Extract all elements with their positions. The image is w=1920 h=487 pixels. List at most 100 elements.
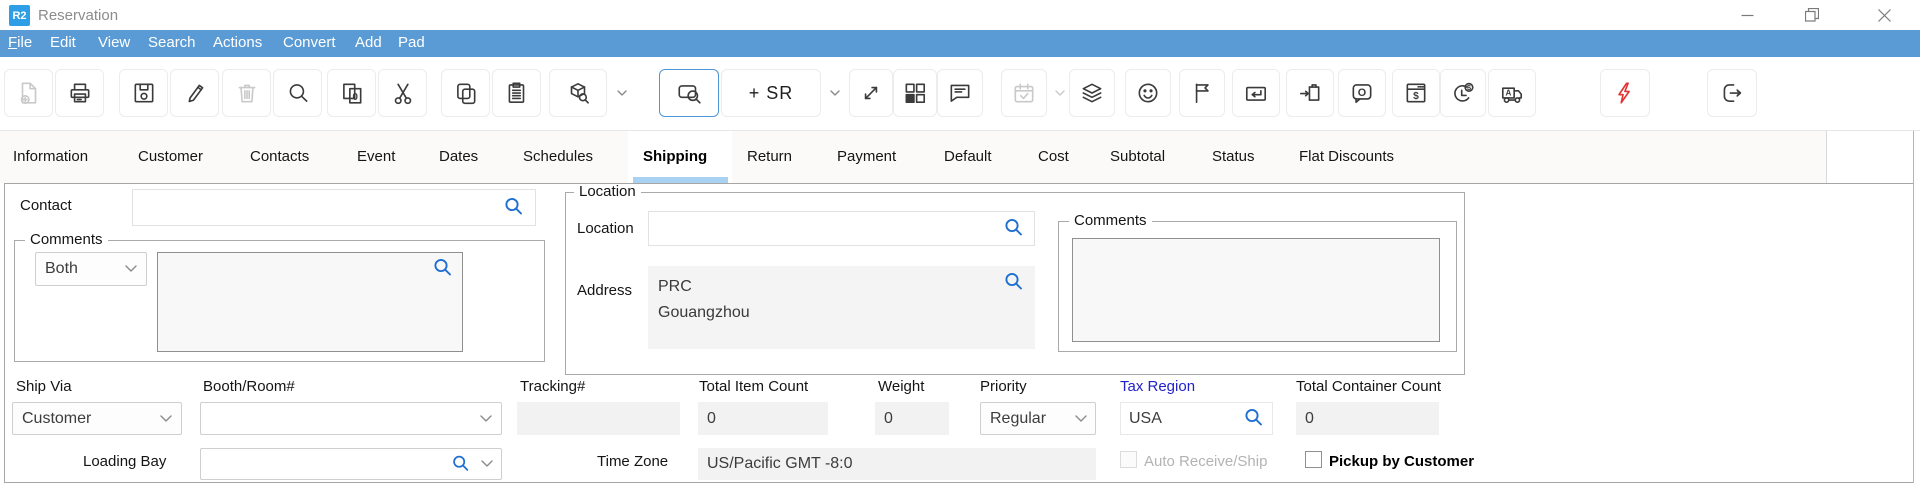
item-search-button[interactable] <box>549 69 607 117</box>
close-button[interactable] <box>1861 0 1907 30</box>
location-comments-textarea[interactable] <box>1072 238 1440 342</box>
comment-button[interactable] <box>937 69 983 117</box>
duplicate-button[interactable]: 0 <box>327 69 376 117</box>
add-sr-button[interactable]: + SR <box>721 69 821 117</box>
item-search-dropdown[interactable] <box>609 69 635 117</box>
paste-button[interactable] <box>492 69 541 117</box>
copy-button[interactable] <box>441 69 490 117</box>
tab-contacts[interactable]: Contacts <box>250 131 309 183</box>
reservation-window: R2 Reservation File Edit View Search Act… <box>0 0 1920 487</box>
tab-return[interactable]: Return <box>747 131 792 183</box>
selection-search-icon <box>675 80 703 106</box>
loading-bay-combo[interactable] <box>200 448 502 480</box>
exit-button[interactable] <box>1707 69 1757 117</box>
calendar-button[interactable] <box>1001 69 1047 117</box>
comments-search-icon[interactable] <box>432 257 454 279</box>
toolbar: 0 + SR <box>0 57 1920 131</box>
invoice-window-icon: $ <box>1403 80 1429 106</box>
menu-actions[interactable]: Actions <box>213 30 262 57</box>
weight-value: 0 <box>875 402 949 435</box>
comments-textarea[interactable] <box>157 252 463 352</box>
tab-status[interactable]: Status <box>1212 131 1255 183</box>
minimize-button[interactable] <box>1724 0 1770 30</box>
pencil-icon <box>182 80 208 106</box>
contact-search-icon[interactable] <box>503 196 525 218</box>
close-icon <box>1878 9 1891 22</box>
total-container-count-label: Total Container Count <box>1296 378 1441 395</box>
booth-room-label: Booth/Room# <box>203 378 295 395</box>
menu-bar: File Edit View Search Actions Convert Ad… <box>0 30 1920 57</box>
location-search-icon[interactable] <box>1003 217 1025 239</box>
calendar-dropdown[interactable] <box>1049 69 1071 117</box>
menu-view[interactable]: View <box>98 30 130 57</box>
contact-input[interactable] <box>132 189 536 226</box>
tab-flat-discounts[interactable]: Flat Discounts <box>1299 131 1394 183</box>
location-input[interactable] <box>648 211 1035 246</box>
new-document-icon <box>16 80 42 106</box>
booth-room-dropdown[interactable] <box>200 402 502 435</box>
search-icon <box>285 80 311 106</box>
menu-pad[interactable]: Pad <box>398 30 425 57</box>
menu-search[interactable]: Search <box>148 30 196 57</box>
pickup-by-customer-checkbox[interactable] <box>1305 451 1322 468</box>
add-sr-label: + SR <box>749 83 794 104</box>
tab-payment[interactable]: Payment <box>837 131 896 183</box>
flag-button[interactable] <box>1179 69 1225 117</box>
expand-arrows-icon <box>858 80 884 106</box>
layout-grid-button[interactable] <box>893 69 937 117</box>
menu-edit[interactable]: Edit <box>50 30 76 57</box>
menu-file[interactable]: File <box>8 30 32 57</box>
tracking-value <box>517 402 680 435</box>
tab-schedules[interactable]: Schedules <box>523 131 593 183</box>
loading-bay-search-icon[interactable] <box>451 454 471 474</box>
restore-button[interactable] <box>1789 0 1835 30</box>
address-search-icon[interactable] <box>1003 271 1025 293</box>
menu-add[interactable]: Add <box>355 30 382 57</box>
cut-button[interactable] <box>378 69 427 117</box>
tax-region-link[interactable]: Tax Region <box>1120 378 1195 395</box>
tab-information[interactable]: Information <box>13 131 88 183</box>
tab-shipping[interactable]: Shipping <box>643 131 707 183</box>
add-sr-dropdown[interactable] <box>823 69 847 117</box>
new-button[interactable] <box>4 69 53 117</box>
save-button[interactable] <box>119 69 168 117</box>
selection-search-button[interactable] <box>659 69 719 117</box>
window-title: Reservation <box>38 7 118 24</box>
tab-event[interactable]: Event <box>357 131 395 183</box>
edit-button[interactable] <box>170 69 219 117</box>
priority-label: Priority <box>980 378 1027 395</box>
layers-icon <box>1078 80 1106 106</box>
chevron-down-icon <box>830 90 840 96</box>
tab-customer[interactable]: Customer <box>138 131 203 183</box>
tab-default[interactable]: Default <box>944 131 992 183</box>
svg-text:O: O <box>1358 87 1366 99</box>
tax-region-search-icon[interactable] <box>1243 407 1265 429</box>
comment-bubble-icon <box>947 80 973 106</box>
search-button[interactable] <box>273 69 322 117</box>
trash-icon <box>234 80 260 106</box>
auto-receive-ship-checkbox[interactable] <box>1120 451 1137 468</box>
invoice-button[interactable]: $ <box>1392 69 1440 117</box>
check-in-button[interactable] <box>1232 69 1280 117</box>
expand-button[interactable] <box>849 69 893 117</box>
time-money-button[interactable]: $ <box>1440 69 1486 117</box>
print-button[interactable] <box>55 69 104 117</box>
tab-dates[interactable]: Dates <box>439 131 478 183</box>
comments-filter-dropdown[interactable]: Both <box>35 252 147 286</box>
delete-button[interactable] <box>222 69 271 117</box>
ship-via-dropdown[interactable]: Customer <box>12 402 182 435</box>
location-comments-legend: Comments <box>1069 213 1152 229</box>
smiley-button[interactable] <box>1125 69 1171 117</box>
priority-dropdown[interactable]: Regular <box>980 402 1096 435</box>
layers-button[interactable] <box>1069 69 1115 117</box>
note-button[interactable]: O <box>1338 69 1386 117</box>
total-item-count-value: 0 <box>698 402 828 435</box>
tab-cost[interactable]: Cost <box>1038 131 1069 183</box>
tab-subtotal[interactable]: Subtotal <box>1110 131 1165 183</box>
menu-convert[interactable]: Convert <box>283 30 336 57</box>
ship-box-icon <box>1296 80 1324 106</box>
ship-via-value: Customer <box>22 410 91 428</box>
delivery-button[interactable]: A <box>1488 69 1536 117</box>
lightning-button[interactable] <box>1600 69 1650 117</box>
ship-button[interactable] <box>1286 69 1334 117</box>
